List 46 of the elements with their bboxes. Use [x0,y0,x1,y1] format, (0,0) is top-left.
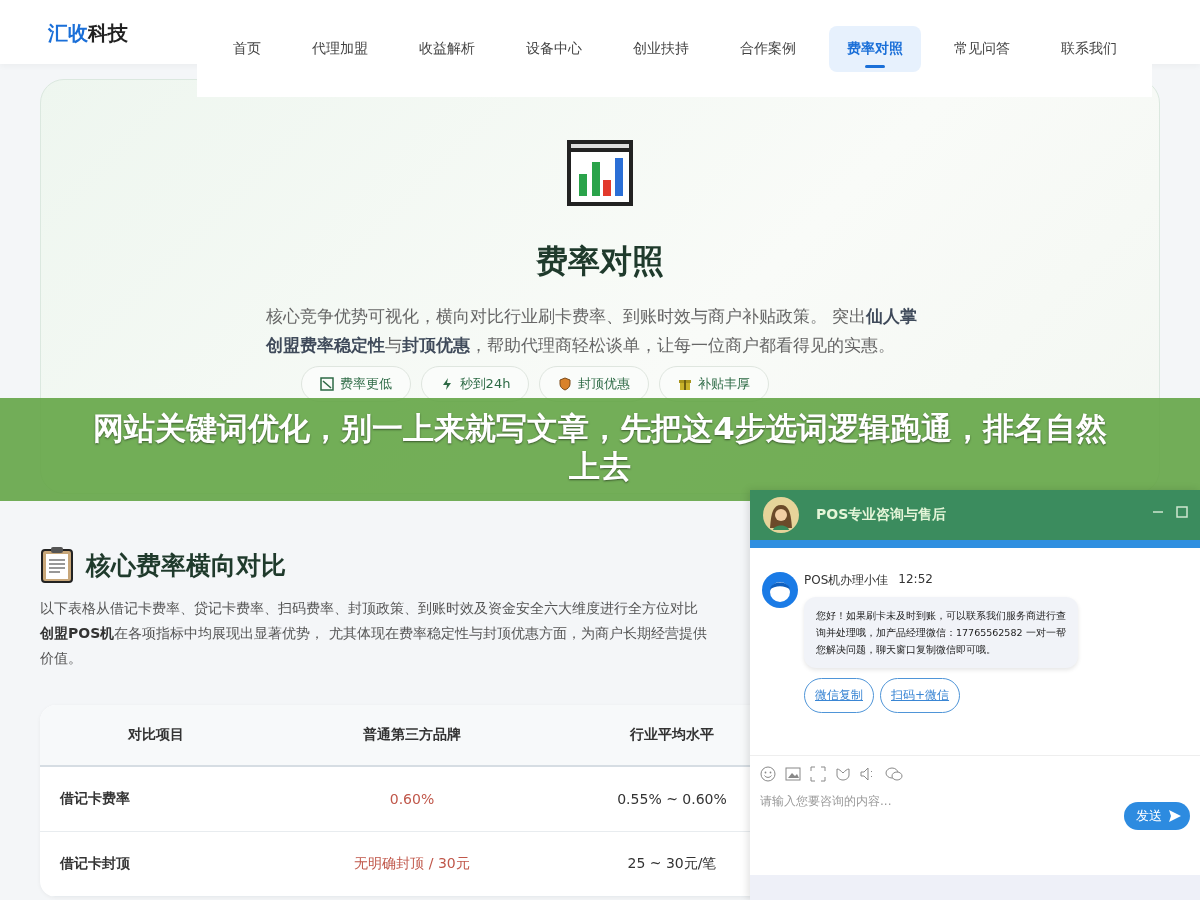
column-header: 行业平均水平 [629,726,715,744]
gift-icon [678,377,693,391]
section-title: 核心费率横向对比 [86,549,286,582]
table-cell-text: 无明确封顶 / 30元 [353,855,471,873]
send-button[interactable]: 发送 [1124,802,1190,830]
wechat-icon[interactable] [885,766,903,782]
chat-title: POS专业咨询与售后 [816,506,948,524]
pill-label: 补贴丰厚 [698,375,751,393]
nav-tab[interactable]: 费率对照 [828,25,921,72]
pill-label: 费率更低 [339,375,392,393]
nav-tab[interactable]: 常见问答 [935,25,1028,72]
table-cell-text: 借记卡封顶 [59,855,131,873]
banner-title: 网站关键词优化，别一上来就写文章，先把这4步选词逻辑跑通，排名自然上去 [92,409,1108,485]
agent-name: POS机办理小佳 [804,572,889,589]
section-description: 以下表格从借记卡费率、贷记卡费率、扫码费率、封顶政策、到账时效及资金安全六大维度进行全方位对比 [40,599,698,618]
agent-avatar [762,572,798,608]
section-description: 创盟POS机在各项指标中均展现出显著优势， 尤其体现在费率稳定性与封顶优惠方面，为商户长期经营提供 [40,624,707,643]
chat-message: 您好！如果刷卡未及时到账，可以联系我们服务商进行查询并处理哦，加产品经理微信：17765562582 一对一帮您解决问题，聊天窗口复制微信即可哦。 [804,597,1078,668]
nav-tab[interactable]: 联系我们 [1042,25,1135,72]
column-header: 普通第三方品牌 [362,726,462,744]
logo[interactable]: 汇收科技 [48,20,197,47]
table-cell-text: 借记卡费率 [59,790,131,808]
emoji-icon[interactable] [760,766,776,782]
table-cell-text: 0.60% [388,791,436,807]
clipboard-icon [40,546,74,584]
nav-tab[interactable]: 创业扶持 [614,25,707,72]
nav-tab[interactable]: 代理加盟 [293,25,386,72]
pill-label: 秒到24h [459,375,511,393]
column-header: 对比项目 [127,726,185,744]
nav-tab[interactable]: 收益解析 [400,25,493,72]
table-cell-text: 25 ~ 30元/笔 [626,855,718,873]
message-time: 12:52 [898,572,933,588]
section-description: 价值。 [40,649,82,668]
nav-tab[interactable]: 合作案例 [721,25,814,72]
screenshot-icon[interactable] [810,766,826,782]
shield-icon [558,377,573,391]
hero-title: 费率对照 [536,241,664,282]
nav-tab[interactable]: 设备中心 [507,25,600,72]
nav-tab[interactable]: 首页 [214,25,279,72]
send-icon [1168,809,1182,823]
hero-description: 核心竞争优势可视化，横向对比行业刷卡费率、到账时效与商户补贴政策。 突出仙人掌创盟费率稳定性与封顶优惠，帮助代理商轻松谈单，让每一位商户都看得见的实惠。 [266,306,919,357]
maximize-icon[interactable] [1176,506,1188,518]
pill-label: 封顶优惠 [578,375,631,393]
image-icon[interactable] [785,766,801,782]
table-cell-text: 0.55% ~ 0.60% [616,791,728,807]
avatar-icon [762,496,800,534]
